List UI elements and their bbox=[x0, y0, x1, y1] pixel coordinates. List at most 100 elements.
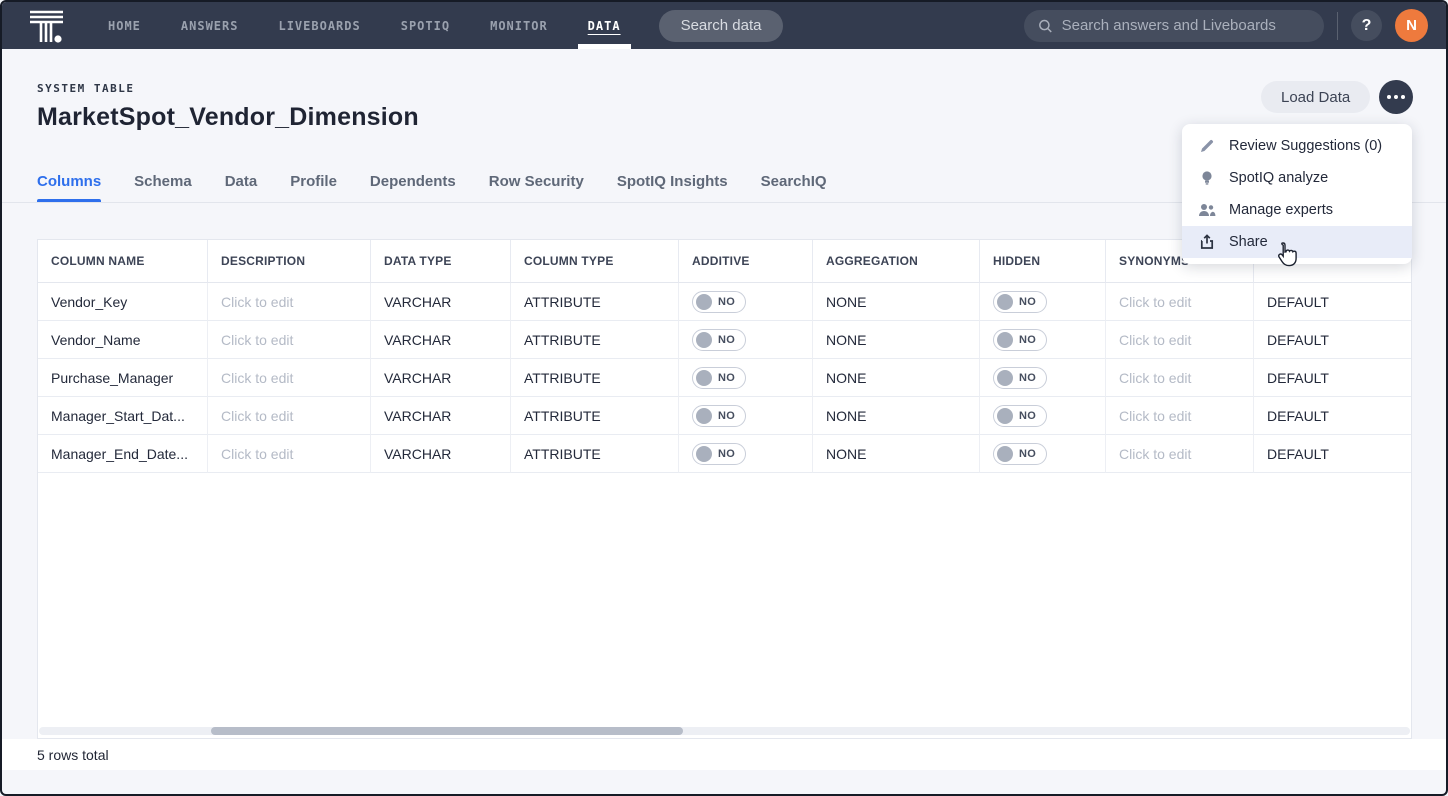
global-search[interactable] bbox=[1024, 10, 1324, 42]
toggle-knob bbox=[696, 408, 712, 424]
menu-item-spotiq-analyze[interactable]: SpotIQ analyze bbox=[1182, 162, 1412, 194]
nav-item-answers[interactable]: ANSWERS bbox=[161, 2, 259, 49]
nav-item-spotiq[interactable]: SPOTIQ bbox=[381, 2, 470, 49]
help-button[interactable]: ? bbox=[1351, 10, 1382, 41]
hidden-toggle[interactable]: NO bbox=[993, 367, 1047, 389]
column-header-description[interactable]: DESCRIPTION bbox=[208, 240, 371, 283]
hidden-toggle[interactable]: NO bbox=[993, 443, 1047, 465]
top-navbar: HOME ANSWERS LIVEBOARDS SPOTIQ MONITOR D… bbox=[2, 2, 1446, 49]
additive-toggle[interactable]: NO bbox=[692, 443, 746, 465]
nav-item-home[interactable]: HOME bbox=[88, 2, 161, 49]
thoughtspot-logo-icon bbox=[25, 6, 65, 46]
cell-synonym-editable[interactable]: Click to edit bbox=[1106, 321, 1254, 359]
toggle-knob bbox=[696, 294, 712, 310]
tab-schema[interactable]: Schema bbox=[134, 160, 192, 202]
cell-column-name[interactable]: Purchase_Manager bbox=[38, 359, 208, 397]
cell-column-type[interactable]: ATTRIBUTE bbox=[511, 435, 679, 473]
cell-aggregation[interactable]: NONE bbox=[813, 397, 980, 435]
load-data-button[interactable]: Load Data bbox=[1261, 81, 1370, 113]
cell-aggregation[interactable]: NONE bbox=[813, 435, 980, 473]
global-search-input[interactable] bbox=[1062, 17, 1310, 34]
cell-column-type[interactable]: ATTRIBUTE bbox=[511, 283, 679, 321]
cell-aggregation[interactable]: NONE bbox=[813, 283, 980, 321]
menu-item-label: SpotIQ analyze bbox=[1229, 170, 1328, 186]
additive-toggle[interactable]: NO bbox=[692, 405, 746, 427]
cell-description-editable[interactable]: Click to edit bbox=[208, 435, 371, 473]
hidden-toggle[interactable]: NO bbox=[993, 291, 1047, 313]
cell-column-name[interactable]: Manager_Start_Dat... bbox=[38, 397, 208, 435]
navbar-divider bbox=[1337, 12, 1338, 40]
toggle-knob bbox=[997, 446, 1013, 462]
avatar[interactable]: N bbox=[1395, 9, 1428, 42]
cell-column-type[interactable]: ATTRIBUTE bbox=[511, 321, 679, 359]
toggle-knob bbox=[997, 370, 1013, 386]
column-header-aggregation[interactable]: AGGREGATION bbox=[813, 240, 980, 283]
cell-column-name[interactable]: Manager_End_Date... bbox=[38, 435, 208, 473]
cell-description-editable[interactable]: Click to edit bbox=[208, 321, 371, 359]
cell-hidden: NO bbox=[980, 435, 1106, 473]
cell-additive: NO bbox=[679, 283, 813, 321]
cell-column-name[interactable]: Vendor_Name bbox=[38, 321, 208, 359]
cell-column-name[interactable]: Vendor_Key bbox=[38, 283, 208, 321]
column-header-name[interactable]: COLUMN NAME bbox=[38, 240, 208, 283]
column-header-additive[interactable]: ADDITIVE bbox=[679, 240, 813, 283]
toggle-knob bbox=[696, 370, 712, 386]
rows-total-label: 5 rows total bbox=[37, 747, 109, 763]
cell-aggregation[interactable]: NONE bbox=[813, 321, 980, 359]
cell-last-col[interactable]: DEFAULT bbox=[1254, 397, 1411, 435]
menu-item-share[interactable]: Share bbox=[1182, 226, 1412, 258]
cell-column-type[interactable]: ATTRIBUTE bbox=[511, 359, 679, 397]
tab-spotiq-insights[interactable]: SpotIQ Insights bbox=[617, 160, 728, 202]
cell-additive: NO bbox=[679, 321, 813, 359]
cell-data-type: VARCHAR bbox=[371, 283, 511, 321]
search-data-button[interactable]: Search data bbox=[659, 10, 784, 42]
column-header-column-type[interactable]: COLUMN TYPE bbox=[511, 240, 679, 283]
horizontal-scrollbar-thumb[interactable] bbox=[211, 727, 683, 735]
cell-description-editable[interactable]: Click to edit bbox=[208, 397, 371, 435]
cell-last-col[interactable]: DEFAULT bbox=[1254, 321, 1411, 359]
column-header-data-type[interactable]: DATA TYPE bbox=[371, 240, 511, 283]
app-window: HOME ANSWERS LIVEBOARDS SPOTIQ MONITOR D… bbox=[0, 0, 1448, 796]
nav-item-liveboards[interactable]: LIVEBOARDS bbox=[258, 2, 380, 49]
cell-additive: NO bbox=[679, 435, 813, 473]
cell-aggregation[interactable]: NONE bbox=[813, 359, 980, 397]
nav-item-monitor[interactable]: MONITOR bbox=[470, 2, 568, 49]
cell-data-type: VARCHAR bbox=[371, 359, 511, 397]
cell-synonym-editable[interactable]: Click to edit bbox=[1106, 359, 1254, 397]
cell-column-type[interactable]: ATTRIBUTE bbox=[511, 397, 679, 435]
bulb-icon bbox=[1198, 169, 1216, 187]
cell-synonym-editable[interactable]: Click to edit bbox=[1106, 435, 1254, 473]
toggle-knob bbox=[997, 408, 1013, 424]
hidden-toggle[interactable]: NO bbox=[993, 329, 1047, 351]
rows-total-bar: 5 rows total bbox=[2, 739, 1446, 770]
tab-profile[interactable]: Profile bbox=[290, 160, 337, 202]
additive-toggle[interactable]: NO bbox=[692, 291, 746, 313]
dot bbox=[1387, 95, 1391, 99]
additive-toggle[interactable]: NO bbox=[692, 329, 746, 351]
columns-table: COLUMN NAME DESCRIPTION DATA TYPE COLUMN… bbox=[37, 239, 1412, 739]
menu-item-review-suggestions[interactable]: Review Suggestions (0) bbox=[1182, 130, 1412, 162]
more-options-button[interactable] bbox=[1379, 80, 1413, 114]
cell-last-col[interactable]: DEFAULT bbox=[1254, 359, 1411, 397]
tab-row-security[interactable]: Row Security bbox=[489, 160, 584, 202]
cell-last-col[interactable]: DEFAULT bbox=[1254, 283, 1411, 321]
dot bbox=[1401, 95, 1405, 99]
menu-item-manage-experts[interactable]: Manage experts bbox=[1182, 194, 1412, 226]
tab-data[interactable]: Data bbox=[225, 160, 258, 202]
cell-description-editable[interactable]: Click to edit bbox=[208, 283, 371, 321]
column-header-hidden[interactable]: HIDDEN bbox=[980, 240, 1106, 283]
additive-toggle[interactable]: NO bbox=[692, 367, 746, 389]
horizontal-scrollbar-track[interactable] bbox=[39, 727, 1410, 735]
nav-item-data[interactable]: DATA bbox=[568, 2, 641, 49]
cell-description-editable[interactable]: Click to edit bbox=[208, 359, 371, 397]
thoughtspot-logo[interactable] bbox=[2, 2, 88, 49]
tab-columns[interactable]: Columns bbox=[37, 160, 101, 202]
cell-last-col[interactable]: DEFAULT bbox=[1254, 435, 1411, 473]
tab-dependents[interactable]: Dependents bbox=[370, 160, 456, 202]
cell-synonym-editable[interactable]: Click to edit bbox=[1106, 397, 1254, 435]
tab-searchiq[interactable]: SearchIQ bbox=[761, 160, 827, 202]
people-icon bbox=[1198, 201, 1216, 219]
hidden-toggle[interactable]: NO bbox=[993, 405, 1047, 427]
cell-synonym-editable[interactable]: Click to edit bbox=[1106, 283, 1254, 321]
toggle-knob bbox=[997, 332, 1013, 348]
